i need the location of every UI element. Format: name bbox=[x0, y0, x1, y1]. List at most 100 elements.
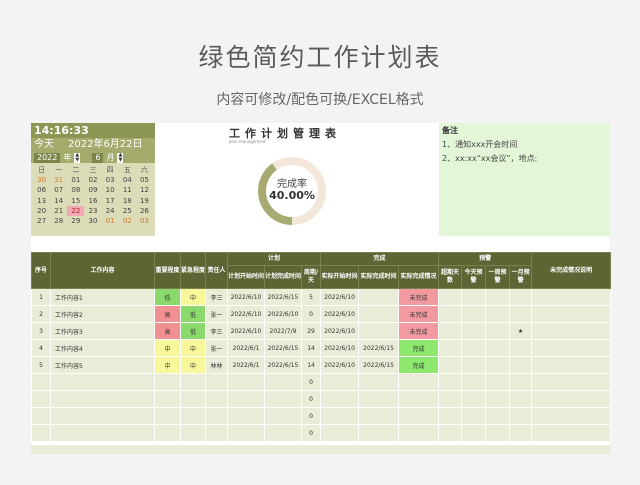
cell-owner[interactable]: 林林 bbox=[205, 356, 228, 374]
calendar-day[interactable]: 01 bbox=[67, 175, 84, 185]
cell-note[interactable] bbox=[531, 390, 612, 408]
cell-urgency[interactable] bbox=[180, 407, 206, 425]
cell-no[interactable]: 5 bbox=[31, 356, 51, 374]
cell-overdue[interactable] bbox=[438, 288, 463, 306]
cell-importance[interactable] bbox=[154, 424, 181, 442]
cell-plan-start[interactable]: 2022/6/10 bbox=[227, 305, 265, 323]
calendar-day[interactable]: 24 bbox=[102, 206, 119, 216]
cell-month-warn[interactable]: ★ bbox=[509, 322, 533, 340]
cell-overdue[interactable] bbox=[438, 373, 463, 391]
cell-cycle[interactable]: 0 bbox=[300, 407, 322, 425]
cell-owner[interactable] bbox=[205, 373, 228, 391]
cell-month-warn[interactable] bbox=[509, 288, 533, 306]
cell-month-warn[interactable] bbox=[509, 407, 533, 425]
cell-note[interactable] bbox=[531, 322, 612, 340]
cell-urgency[interactable] bbox=[180, 424, 206, 442]
cell-actual-end[interactable]: 2022/6/15 bbox=[358, 339, 400, 357]
calendar-day[interactable]: 04 bbox=[119, 175, 136, 185]
cell-no[interactable] bbox=[31, 390, 51, 408]
cell-status[interactable]: 完成 bbox=[398, 339, 440, 357]
cell-owner[interactable] bbox=[205, 424, 228, 442]
cell-status[interactable]: 完成 bbox=[398, 356, 440, 374]
cell-urgency[interactable]: 低 bbox=[180, 305, 206, 323]
cell-no[interactable] bbox=[31, 373, 51, 391]
cell-owner[interactable]: 张一 bbox=[205, 305, 228, 323]
cell-urgency[interactable] bbox=[180, 373, 206, 391]
cell-actual-start[interactable]: 2022/6/10 bbox=[320, 356, 360, 374]
cell-week[interactable] bbox=[485, 288, 511, 306]
cell-importance[interactable]: 高 bbox=[154, 305, 181, 323]
calendar-day[interactable]: 26 bbox=[136, 206, 153, 216]
calendar-day[interactable]: 03 bbox=[136, 216, 153, 226]
cell-month-warn[interactable] bbox=[509, 339, 533, 357]
cell-week[interactable] bbox=[485, 305, 511, 323]
cell-content[interactable] bbox=[50, 407, 155, 425]
calendar-day[interactable]: 29 bbox=[67, 216, 84, 226]
calendar-day[interactable]: 10 bbox=[102, 185, 119, 195]
calendar-day[interactable]: 30 bbox=[84, 216, 101, 226]
calendar-day[interactable]: 11 bbox=[119, 185, 136, 195]
cell-month-warn[interactable] bbox=[509, 424, 533, 442]
calendar-day[interactable]: 02 bbox=[119, 216, 136, 226]
cell-content[interactable] bbox=[50, 424, 155, 442]
cell-plan-end[interactable] bbox=[264, 390, 302, 408]
cell-today[interactable] bbox=[461, 288, 487, 306]
cell-plan-end[interactable]: 2022/6/15 bbox=[264, 339, 302, 357]
cell-week[interactable] bbox=[485, 373, 511, 391]
cell-actual-end[interactable]: 2022/6/15 bbox=[358, 356, 400, 374]
cell-actual-start[interactable] bbox=[320, 407, 360, 425]
cell-status[interactable]: 未完成 bbox=[398, 322, 440, 340]
calendar-day[interactable]: 28 bbox=[50, 216, 67, 226]
calendar-day[interactable]: 15 bbox=[67, 196, 84, 206]
calendar-day[interactable]: 02 bbox=[84, 175, 101, 185]
cell-week[interactable] bbox=[485, 390, 511, 408]
cell-status[interactable]: 未完成 bbox=[398, 288, 440, 306]
cell-no[interactable] bbox=[31, 407, 51, 425]
cell-actual-start[interactable] bbox=[320, 424, 360, 442]
calendar-day[interactable]: 13 bbox=[33, 196, 50, 206]
cell-today[interactable] bbox=[461, 407, 487, 425]
cell-note[interactable] bbox=[531, 288, 612, 306]
calendar-day[interactable]: 07 bbox=[50, 185, 67, 195]
calendar-day[interactable]: 30 bbox=[33, 175, 50, 185]
cell-status[interactable] bbox=[398, 373, 440, 391]
calendar-day[interactable]: 21 bbox=[50, 206, 67, 216]
cell-week[interactable] bbox=[485, 339, 511, 357]
cell-note[interactable] bbox=[531, 373, 612, 391]
cell-plan-start[interactable]: 2022/6/10 bbox=[227, 322, 265, 340]
cell-actual-end[interactable] bbox=[358, 424, 400, 442]
cell-importance[interactable]: 中 bbox=[154, 356, 181, 374]
cell-cycle[interactable]: 14 bbox=[300, 339, 322, 357]
cell-status[interactable] bbox=[398, 390, 440, 408]
calendar-day[interactable]: 09 bbox=[84, 185, 101, 195]
cell-today[interactable] bbox=[461, 305, 487, 323]
cell-cycle[interactable]: 0 bbox=[300, 305, 322, 323]
cell-plan-end[interactable] bbox=[264, 373, 302, 391]
cell-note[interactable] bbox=[531, 305, 612, 323]
year-spinner-icon[interactable]: ▲ ▼ bbox=[74, 152, 81, 163]
cell-no[interactable] bbox=[31, 424, 51, 442]
calendar-day[interactable]: 17 bbox=[102, 196, 119, 206]
cell-urgency[interactable]: 中 bbox=[180, 339, 206, 357]
cell-actual-start[interactable]: 2022/6/10 bbox=[320, 288, 360, 306]
cell-week[interactable] bbox=[485, 407, 511, 425]
cell-status[interactable]: 未完成 bbox=[398, 305, 440, 323]
cell-actual-start[interactable]: 2022/6/10 bbox=[320, 322, 360, 340]
cell-owner[interactable]: 李三 bbox=[205, 288, 228, 306]
cell-note[interactable] bbox=[531, 424, 612, 442]
cell-content[interactable] bbox=[50, 373, 155, 391]
cell-importance[interactable]: 高 bbox=[154, 322, 181, 340]
cell-urgency[interactable]: 中 bbox=[180, 288, 206, 306]
calendar-day[interactable]: 01 bbox=[102, 216, 119, 226]
cell-importance[interactable] bbox=[154, 407, 181, 425]
cell-today[interactable] bbox=[461, 356, 487, 374]
calendar-day[interactable]: 03 bbox=[102, 175, 119, 185]
month-spinner-icon[interactable]: ▲ ▼ bbox=[117, 152, 124, 163]
calendar-day[interactable]: 05 bbox=[136, 175, 153, 185]
cell-plan-start[interactable] bbox=[227, 407, 265, 425]
cell-no[interactable]: 1 bbox=[31, 288, 51, 306]
calendar-day[interactable]: 20 bbox=[33, 206, 50, 216]
cell-cycle[interactable]: 0 bbox=[300, 373, 322, 391]
cell-no[interactable]: 4 bbox=[31, 339, 51, 357]
cell-actual-start[interactable]: 2022/6/10 bbox=[320, 305, 360, 323]
